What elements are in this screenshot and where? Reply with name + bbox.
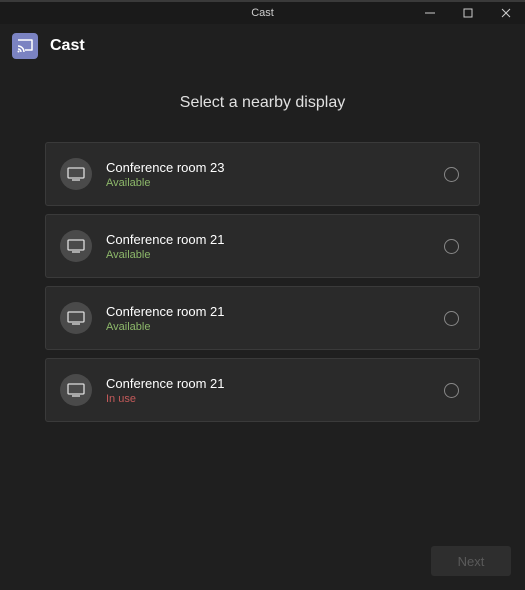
- minimize-icon: [425, 8, 435, 18]
- footer: Next: [431, 546, 511, 576]
- display-item-text: Conference room 21 Available: [106, 232, 430, 261]
- monitor-icon: [67, 383, 85, 397]
- display-item[interactable]: Conference room 21 Available: [45, 286, 480, 350]
- next-button[interactable]: Next: [431, 546, 511, 576]
- cast-icon: [17, 39, 33, 53]
- window-controls: [411, 2, 525, 24]
- minimize-button[interactable]: [411, 2, 449, 24]
- radio-button[interactable]: [444, 239, 459, 254]
- titlebar-title: Cast: [251, 7, 274, 19]
- display-item-text: Conference room 21 Available: [106, 304, 430, 333]
- app-header: Cast: [0, 24, 525, 68]
- cast-app-icon: [12, 33, 38, 59]
- display-name: Conference room 21: [106, 376, 430, 391]
- display-item[interactable]: Conference room 21 In use: [45, 358, 480, 422]
- titlebar: Cast: [0, 0, 525, 24]
- display-item[interactable]: Conference room 23 Available: [45, 142, 480, 206]
- close-icon: [501, 8, 511, 18]
- display-icon: [60, 158, 92, 190]
- display-status: Available: [106, 321, 430, 333]
- display-status: In use: [106, 393, 430, 405]
- display-item[interactable]: Conference room 21 Available: [45, 214, 480, 278]
- maximize-icon: [463, 8, 473, 18]
- radio-button[interactable]: [444, 167, 459, 182]
- display-name: Conference room 23: [106, 160, 430, 175]
- radio-button[interactable]: [444, 311, 459, 326]
- display-name: Conference room 21: [106, 304, 430, 319]
- display-status: Available: [106, 249, 430, 261]
- app-title: Cast: [50, 37, 85, 55]
- display-name: Conference room 21: [106, 232, 430, 247]
- display-status: Available: [106, 177, 430, 189]
- display-icon: [60, 302, 92, 334]
- display-item-text: Conference room 23 Available: [106, 160, 430, 189]
- main-content: Select a nearby display Conference room …: [0, 94, 525, 422]
- monitor-icon: [67, 311, 85, 325]
- page-heading: Select a nearby display: [45, 94, 480, 112]
- maximize-button[interactable]: [449, 2, 487, 24]
- display-list: Conference room 23 Available Conference …: [45, 142, 480, 422]
- monitor-icon: [67, 239, 85, 253]
- display-icon: [60, 230, 92, 262]
- radio-button[interactable]: [444, 383, 459, 398]
- display-item-text: Conference room 21 In use: [106, 376, 430, 405]
- monitor-icon: [67, 167, 85, 181]
- close-button[interactable]: [487, 2, 525, 24]
- display-icon: [60, 374, 92, 406]
